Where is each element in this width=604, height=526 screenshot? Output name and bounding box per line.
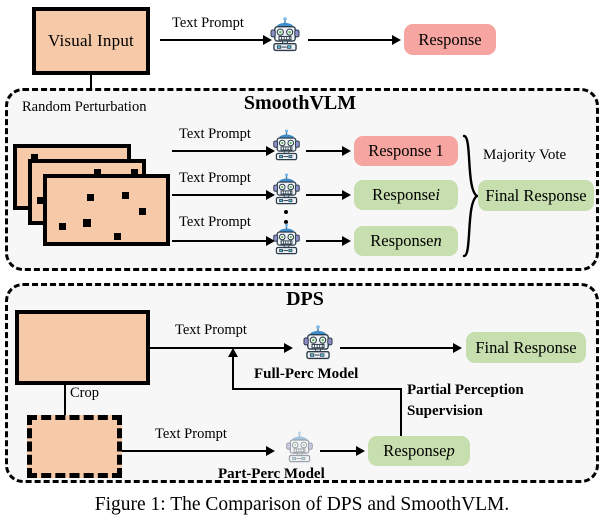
- smoothvlm-row-2-text-prompt-label: Text Prompt: [179, 170, 251, 186]
- noise-dot: [139, 208, 146, 215]
- supervision-label-line-2: Supervision: [407, 403, 483, 419]
- dps-full-text-prompt-label: Text Prompt: [175, 322, 247, 338]
- top-arrow-line-1: [160, 39, 265, 41]
- dps-part-text-prompt-label: Text Prompt: [155, 426, 227, 442]
- noise-dot: [59, 223, 66, 230]
- visual-input-box: Visual Input: [32, 7, 150, 75]
- dps-part-out-line: [320, 450, 358, 452]
- dps-part-perc-model-label: Part-Perc Model: [218, 466, 325, 482]
- smoothvlm-row-3-out-line: [306, 240, 344, 242]
- smoothvlm-response-1-label: Response 1: [368, 141, 444, 160]
- dps-part-perc-robot-icon: [284, 430, 315, 467]
- dps-cropped-image-box: [27, 415, 122, 478]
- dps-final-arrow-head: [453, 342, 462, 353]
- supervision-path-horizontal: [232, 388, 402, 390]
- smoothvlm-row-1-robot-icon: [271, 128, 302, 165]
- crop-stem-line: [64, 385, 66, 418]
- noise-dot: [87, 194, 94, 201]
- dps-part-arrow-head: [266, 445, 275, 456]
- smoothvlm-response-1-pill: Response 1: [354, 136, 458, 166]
- top-response-pill: Response: [404, 24, 496, 55]
- smoothvlm-response-n-index: n: [433, 231, 442, 250]
- visual-input-label: Visual Input: [48, 31, 134, 50]
- smoothvlm-row-2-arrow-line: [172, 194, 268, 196]
- noise-dot: [122, 192, 129, 199]
- dps-full-image-box: [15, 310, 150, 385]
- figure-comparison-dps-smoothvlm: Visual Input Text Prompt Response Smooth…: [0, 0, 604, 526]
- smoothvlm-row-3-text-prompt-label: Text Prompt: [179, 214, 251, 230]
- dps-final-arrow-line: [340, 347, 455, 349]
- smoothvlm-response-i-pill: Response i: [354, 180, 458, 210]
- top-response-label: Response: [418, 29, 482, 49]
- dps-title: DPS: [286, 288, 324, 310]
- figure-caption: Figure 1: The Comparison of DPS and Smoo…: [94, 494, 510, 515]
- dps-response-p-pill: Response p: [368, 436, 470, 466]
- smoothvlm-title: SmoothVLM: [243, 92, 357, 114]
- top-model-robot-icon: [268, 16, 302, 56]
- smoothvlm-response-n-prefix: Response: [370, 231, 434, 250]
- smoothvlm-row-3-out-head: [342, 235, 351, 246]
- dps-response-p-index: p: [446, 441, 455, 460]
- perturbed-image-front: [43, 174, 170, 246]
- smoothvlm-final-response-label: Final Response: [485, 185, 587, 205]
- dps-response-p-prefix: Response: [383, 441, 447, 460]
- supervision-path-vertical-right: [400, 388, 402, 436]
- smoothvlm-row-1-out-head: [342, 145, 351, 156]
- smoothvlm-row-2-out-line: [306, 194, 344, 196]
- supervision-path-arrow-head: [227, 348, 238, 357]
- crop-label: Crop: [70, 385, 99, 401]
- majority-vote-label: Majority Vote: [483, 147, 567, 163]
- dps-part-arrow-line: [122, 450, 268, 452]
- dps-final-response-label: Final Response: [475, 337, 577, 357]
- noise-dot: [114, 233, 121, 240]
- supervision-label-line-1: Partial Perception: [407, 382, 524, 398]
- dps-final-response-pill: Final Response: [466, 332, 586, 363]
- dps-full-arrow-head: [284, 342, 293, 353]
- top-arrow-line-2: [308, 39, 394, 41]
- dps-full-arrow-line: [146, 347, 286, 349]
- smoothvlm-row-1-out-line: [306, 150, 344, 152]
- noise-dot: [83, 219, 91, 227]
- dps-full-perc-model-label: Full-Perc Model: [254, 366, 359, 382]
- smoothvlm-row-1-text-prompt-label: Text Prompt: [179, 126, 251, 142]
- top-text-prompt-label: Text Prompt: [172, 15, 244, 31]
- dps-part-out-head: [356, 445, 365, 456]
- smoothvlm-response-n-pill: Response n: [354, 226, 458, 256]
- top-arrow-head-2: [392, 34, 401, 45]
- smoothvlm-row-1-arrow-line: [172, 150, 268, 152]
- smoothvlm-row-2-out-head: [342, 189, 351, 200]
- smoothvlm-row-3-arrow-line: [172, 240, 268, 242]
- supervision-path-vertical-left: [232, 355, 234, 389]
- smoothvlm-response-i-prefix: Response: [372, 185, 436, 204]
- smoothvlm-final-response-pill: Final Response: [478, 180, 594, 211]
- smoothvlm-row-2-robot-icon: [271, 172, 302, 209]
- smoothvlm-row-3-robot-icon: [271, 222, 302, 259]
- smoothvlm-response-i-index: i: [435, 185, 440, 204]
- random-perturbation-label: Random Perturbation: [22, 99, 147, 115]
- dps-full-perc-robot-icon: [301, 324, 335, 364]
